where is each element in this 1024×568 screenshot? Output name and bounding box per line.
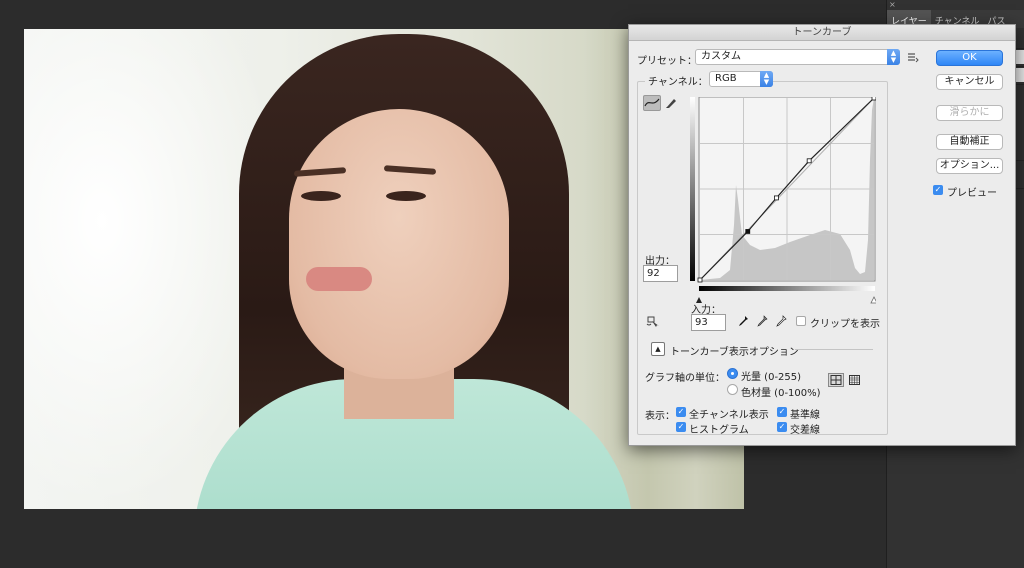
graph-units-label: グラフ軸の単位：	[645, 373, 725, 384]
gray-point-eyedropper-icon	[757, 315, 768, 327]
baseline-label: 基準線	[790, 410, 820, 421]
panel-close-icon[interactable]: ×	[889, 0, 896, 9]
options-button[interactable]: オプション...	[936, 158, 1003, 174]
chevron-updown-icon: ▲ ▼	[887, 49, 900, 65]
preview-label: プレビュー	[947, 188, 997, 199]
curve-control-point[interactable]	[774, 195, 779, 201]
units-light-radio[interactable]	[727, 368, 738, 379]
grid-detailed-button[interactable]	[848, 374, 862, 386]
all-channels-label: 全チャンネル表示	[689, 410, 769, 421]
input-gradient-bar	[699, 286, 875, 291]
black-point-eyedropper[interactable]	[737, 315, 749, 329]
channel-select[interactable]: RGB ▲ ▼	[709, 71, 773, 87]
preset-menu-icon[interactable]	[907, 51, 919, 63]
channel-select-value: RGB	[715, 73, 737, 84]
photo-eye-right	[386, 191, 426, 201]
curve-control-point[interactable]	[871, 97, 876, 101]
gray-point-eyedropper[interactable]	[756, 315, 768, 329]
baseline-checkbox[interactable]: ✓	[777, 407, 787, 417]
intersection-line-checkbox[interactable]: ✓	[777, 422, 787, 432]
curve-control-point[interactable]	[806, 158, 812, 164]
dialog-title[interactable]: トーンカーブ	[629, 25, 1015, 41]
display-options-label[interactable]: トーンカーブ表示オプション	[670, 343, 799, 358]
curves-dialog: トーンカーブ プリセット： カスタム ▲ ▼ OK キャンセル 滑らかに 自動補正…	[628, 24, 1016, 446]
photoshop-workspace: × レイヤー チャンネル パス トーンカーブ プリセット： カスタム ▲ ▼ OK…	[0, 0, 1024, 568]
curve-control-point[interactable]	[745, 229, 751, 234]
white-point-eyedropper[interactable]	[775, 315, 787, 329]
preview-checkbox[interactable]: ✓	[933, 185, 943, 195]
disclosure-triangle-icon[interactable]: ▲	[651, 342, 665, 356]
target-adjust-icon	[646, 316, 659, 327]
curve-point-tool[interactable]	[643, 95, 661, 111]
curve-point-icon	[644, 98, 660, 107]
curve-graph[interactable]	[690, 97, 876, 311]
show-clipping-label: クリップを表示	[810, 319, 880, 330]
histogram-checkbox[interactable]: ✓	[676, 422, 686, 432]
preset-select-value: カスタム	[701, 51, 741, 62]
smooth-button[interactable]: 滑らかに	[936, 105, 1003, 121]
chevron-updown-icon: ▲ ▼	[760, 71, 773, 87]
intersection-line-label: 交差線	[790, 425, 820, 436]
output-gradient-bar	[690, 97, 695, 281]
cancel-button[interactable]: キャンセル	[936, 74, 1003, 90]
input-field[interactable]: 93	[691, 314, 726, 331]
channel-label: チャンネル：	[645, 73, 711, 88]
show-clipping-checkbox[interactable]	[796, 316, 806, 326]
show-label: 表示：	[645, 411, 675, 422]
photo-face	[289, 109, 509, 379]
section-divider	[795, 349, 873, 350]
pencil-tool[interactable]	[664, 96, 678, 110]
pencil-icon	[666, 99, 676, 108]
target-adjust-tool[interactable]	[645, 313, 661, 329]
ok-button[interactable]: OK	[936, 50, 1003, 66]
white-point-eyedropper-icon	[776, 315, 787, 327]
auto-button[interactable]: 自動補正	[936, 134, 1003, 150]
histogram-label: ヒストグラム	[689, 425, 749, 436]
black-point-eyedropper-icon	[739, 316, 748, 326]
units-pigment-label: 色材量 (0-100%)	[741, 388, 821, 399]
grid-detailed-icon	[849, 375, 860, 385]
units-light-label: 光量 (0-255)	[741, 372, 802, 383]
photo-lips	[306, 267, 372, 291]
all-channels-checkbox[interactable]: ✓	[676, 407, 686, 417]
curve-control-point[interactable]	[697, 277, 703, 283]
grid-simple-button[interactable]	[828, 373, 844, 387]
white-point-slider[interactable]	[870, 296, 876, 304]
preset-label: プリセット：	[637, 56, 697, 67]
grid-simple-icon	[830, 375, 842, 385]
units-pigment-radio[interactable]	[727, 384, 738, 395]
photo-eye-left	[301, 191, 341, 201]
output-field[interactable]: 92	[643, 265, 678, 282]
preset-select[interactable]: カスタム ▲ ▼	[695, 49, 900, 65]
